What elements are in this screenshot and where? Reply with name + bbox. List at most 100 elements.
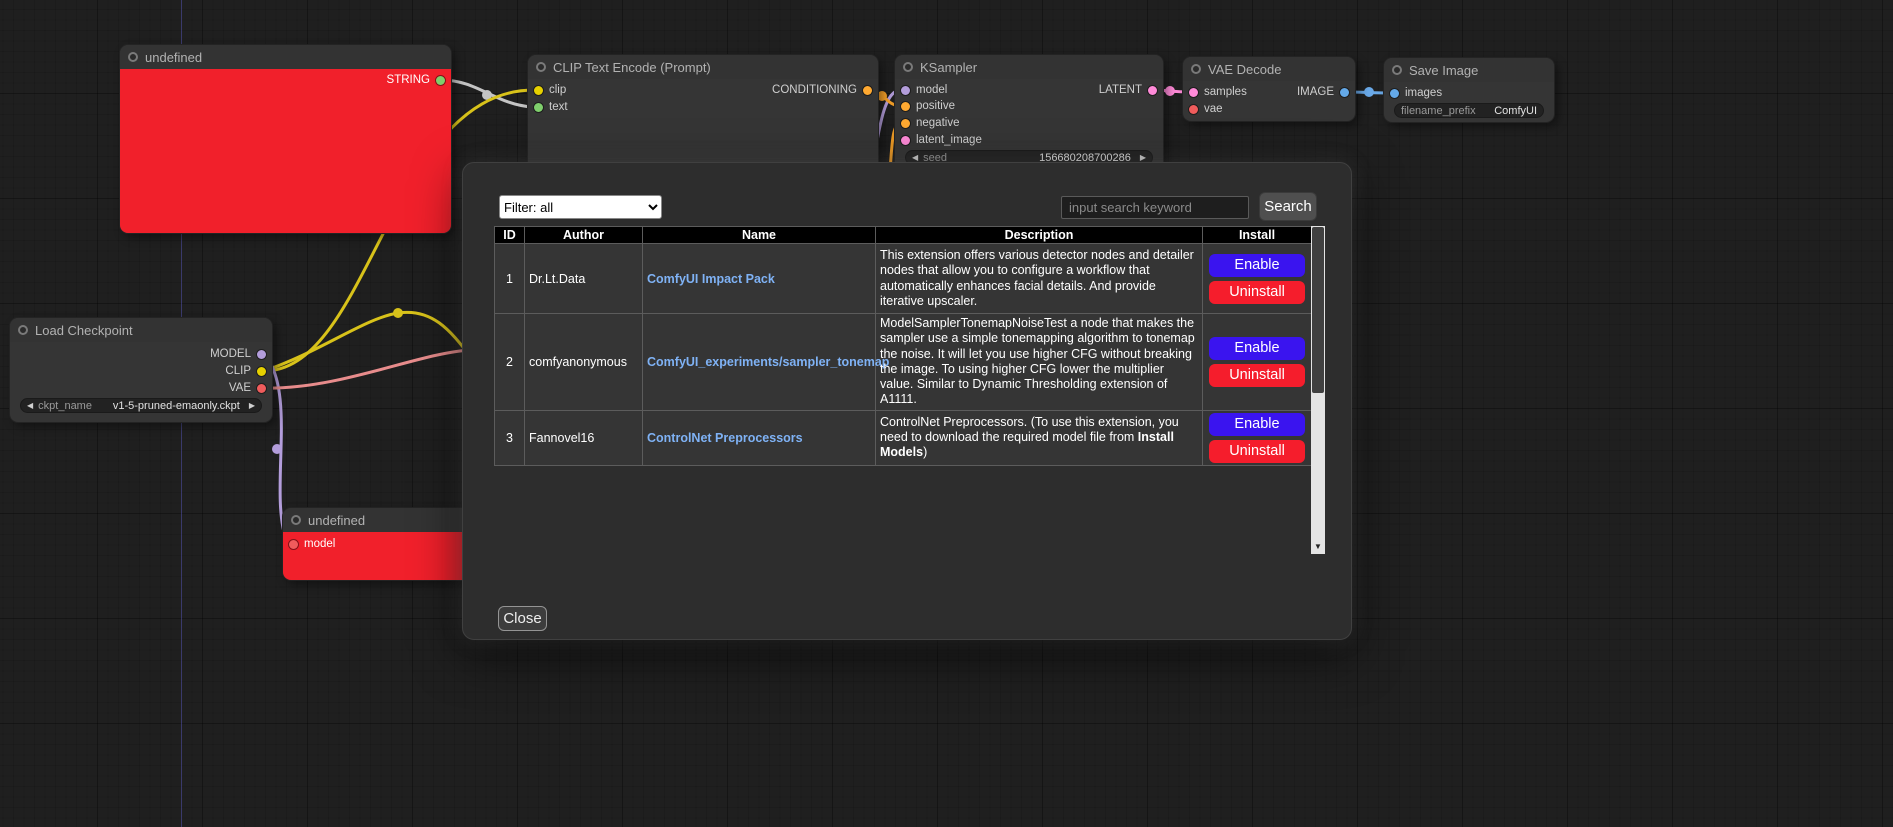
node-title: Load Checkpoint	[35, 323, 133, 338]
output-dot-vae[interactable]	[257, 384, 266, 393]
node-save-image[interactable]: Save Image images filename_prefix ComfyU…	[1384, 58, 1554, 122]
table-header-row: ID Author Name Description Install	[495, 227, 1312, 244]
collapse-dot-icon[interactable]	[18, 325, 28, 335]
output-slot-clip[interactable]: CLIP	[225, 364, 266, 378]
enable-button[interactable]: Enable	[1209, 337, 1305, 360]
wire-dot	[877, 91, 887, 101]
input-dot-images[interactable]	[1390, 89, 1399, 98]
close-button[interactable]: Close	[498, 606, 547, 631]
uninstall-button[interactable]: Uninstall	[1209, 364, 1305, 387]
input-slot-negative[interactable]: negative	[901, 116, 959, 130]
input-slot-clip[interactable]: clip	[534, 83, 566, 97]
next-arrow-icon[interactable]: ▶	[249, 402, 255, 410]
increment-arrow-icon[interactable]: ▶	[1140, 154, 1146, 162]
input-label: model	[304, 538, 335, 550]
table-scrollbar[interactable]: ▼	[1311, 226, 1325, 554]
uninstall-button[interactable]: Uninstall	[1209, 281, 1305, 304]
input-dot-samples[interactable]	[1189, 88, 1198, 97]
row-id: 1	[495, 244, 525, 314]
scroll-down-button[interactable]: ▼	[1311, 540, 1325, 554]
output-dot-conditioning[interactable]	[863, 86, 872, 95]
input-label: images	[1405, 87, 1442, 99]
output-slot-model[interactable]: MODEL	[210, 347, 266, 361]
enable-button[interactable]: Enable	[1209, 254, 1305, 277]
collapse-dot-icon[interactable]	[128, 52, 138, 62]
row-id: 3	[495, 410, 525, 465]
description-text: This extension offers various detector n…	[880, 248, 1194, 308]
node-header[interactable]: KSampler	[895, 55, 1163, 79]
input-slot-positive[interactable]: positive	[901, 99, 955, 113]
input-dot-positive[interactable]	[901, 102, 910, 111]
extension-link[interactable]: ControlNet Preprocessors	[647, 431, 803, 445]
node-title: undefined	[145, 50, 202, 65]
ckpt-name-widget[interactable]: ◀ ckpt_name v1-5-pruned-emaonly.ckpt ▶	[20, 398, 262, 413]
row-description: This extension offers various detector n…	[876, 244, 1203, 314]
wire-dot	[1364, 87, 1374, 97]
input-label: positive	[916, 100, 955, 112]
output-label: STRING	[387, 74, 430, 86]
input-slot-text[interactable]: text	[534, 100, 568, 114]
output-dot-string[interactable]	[436, 76, 445, 85]
input-dot-vae[interactable]	[1189, 105, 1198, 114]
output-slot-vae[interactable]: VAE	[229, 381, 266, 395]
header-description: Description	[876, 227, 1203, 244]
input-slot-model[interactable]: model	[289, 537, 335, 551]
enable-button[interactable]: Enable	[1209, 413, 1305, 436]
output-dot-clip[interactable]	[257, 367, 266, 376]
node-header[interactable]: Load Checkpoint	[10, 318, 272, 342]
filename-prefix-widget[interactable]: filename_prefix ComfyUI	[1394, 103, 1544, 118]
widget-value: v1-5-pruned-emaonly.ckpt	[113, 400, 240, 412]
extension-link[interactable]: ComfyUI Impact Pack	[647, 272, 775, 286]
input-slot-model[interactable]: model	[901, 83, 947, 97]
collapse-dot-icon[interactable]	[1392, 65, 1402, 75]
input-dot-latent-image[interactable]	[901, 136, 910, 145]
output-label: VAE	[229, 382, 251, 394]
output-dot-image[interactable]	[1340, 88, 1349, 97]
output-slot-latent[interactable]: LATENT	[1099, 83, 1157, 97]
node-header[interactable]: CLIP Text Encode (Prompt)	[528, 55, 878, 79]
node-undefined-top[interactable]: undefined STRING	[120, 45, 451, 233]
output-slot-conditioning[interactable]: CONDITIONING	[772, 83, 872, 97]
output-label: LATENT	[1099, 84, 1142, 96]
input-slot-vae[interactable]: vae	[1189, 102, 1223, 116]
collapse-dot-icon[interactable]	[1191, 64, 1201, 74]
input-dot-model[interactable]	[901, 86, 910, 95]
output-dot-latent[interactable]	[1148, 86, 1157, 95]
widget-value: ComfyUI	[1494, 105, 1537, 117]
collapse-dot-icon[interactable]	[291, 515, 301, 525]
input-label: samples	[1204, 86, 1247, 98]
row-id: 2	[495, 314, 525, 411]
input-slot-images[interactable]: images	[1390, 86, 1442, 100]
extension-link[interactable]: ComfyUI_experiments/sampler_tonemap	[647, 355, 889, 369]
output-label: CLIP	[225, 365, 251, 377]
uninstall-button[interactable]: Uninstall	[1209, 440, 1305, 463]
input-dot-text[interactable]	[534, 103, 543, 112]
input-dot-clip[interactable]	[534, 86, 543, 95]
node-vae-decode[interactable]: VAE Decode samples vae IMAGE	[1183, 57, 1355, 121]
output-dot-model[interactable]	[257, 350, 266, 359]
node-title: KSampler	[920, 60, 977, 75]
search-input[interactable]	[1061, 196, 1249, 219]
node-header[interactable]: Save Image	[1384, 58, 1554, 82]
wire-dot	[393, 308, 403, 318]
error-node-body	[120, 69, 451, 233]
input-slot-latent-image[interactable]: latent_image	[901, 133, 982, 147]
node-header[interactable]: undefined	[120, 45, 451, 69]
output-slot-image[interactable]: IMAGE	[1297, 85, 1349, 99]
node-header[interactable]: VAE Decode	[1183, 57, 1355, 81]
search-button[interactable]: Search	[1259, 192, 1317, 221]
decrement-arrow-icon[interactable]: ◀	[912, 154, 918, 162]
collapse-dot-icon[interactable]	[536, 62, 546, 72]
input-label: text	[549, 101, 568, 113]
input-dot-negative[interactable]	[901, 119, 910, 128]
scrollbar-thumb[interactable]	[1312, 227, 1324, 393]
previous-arrow-icon[interactable]: ◀	[27, 402, 33, 410]
output-slot-string[interactable]: STRING	[387, 73, 445, 87]
node-load-checkpoint[interactable]: Load Checkpoint MODEL CLIP VAE ◀ ckpt_na…	[10, 318, 272, 422]
input-dot-model[interactable]	[289, 540, 298, 549]
filter-select[interactable]: Filter: all	[499, 195, 662, 219]
input-slot-samples[interactable]: samples	[1189, 85, 1247, 99]
comfyui-canvas[interactable]: undefined STRING CLIP Text Encode (Promp…	[0, 0, 1893, 827]
collapse-dot-icon[interactable]	[903, 62, 913, 72]
input-label: vae	[1204, 103, 1223, 115]
